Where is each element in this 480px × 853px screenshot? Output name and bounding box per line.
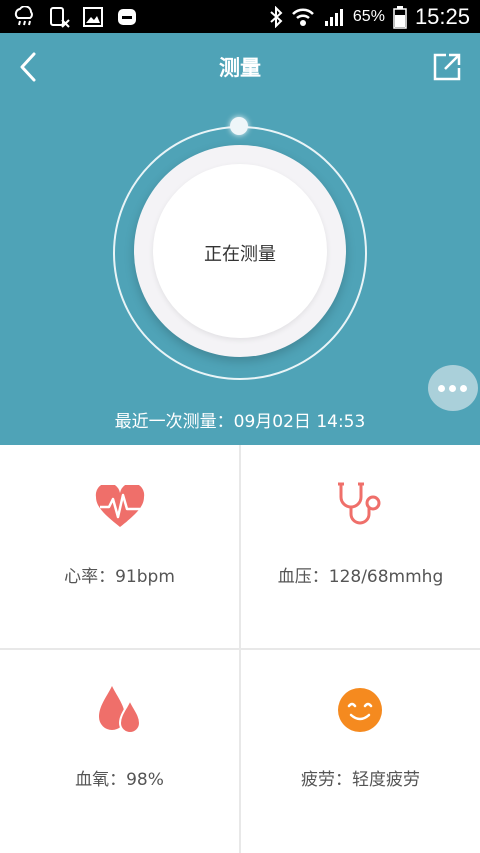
heart-icon (95, 485, 145, 527)
blood-oxygen-label: 血氧：98% (75, 770, 164, 790)
more-button[interactable] (428, 365, 478, 411)
more-dot (460, 385, 467, 392)
heart-rate-label: 心率：91bpm (64, 567, 175, 587)
stethoscope-icon (338, 482, 381, 525)
battery-percent: 65% (352, 8, 385, 25)
status-left-icons (12, 6, 138, 28)
image-icon (83, 7, 103, 27)
grid-divider-horizontal (0, 648, 480, 650)
cloud-rain-icon (14, 6, 33, 26)
card-blood-oxygen[interactable]: 血氧：98% (0, 650, 239, 853)
wifi-icon (292, 8, 314, 26)
card-heart-rate[interactable]: 心率：91bpm (0, 445, 239, 648)
status-bar: 65% 15:25 (0, 0, 480, 33)
blood-pressure-label: 血压：128/68mmhg (277, 567, 444, 587)
share-icon[interactable] (432, 52, 462, 82)
signal-icon (324, 9, 343, 26)
card-fatigue[interactable]: 疲劳：轻度疲劳 (241, 650, 480, 853)
bluetooth-icon (270, 6, 283, 28)
smile-icon (338, 688, 382, 732)
page-title: 测量 (219, 56, 261, 80)
sim-icon (50, 7, 70, 28)
progress-indicator-dot (230, 117, 248, 135)
app-icon (118, 9, 136, 25)
card-blood-pressure[interactable]: 血压：128/68mmhg (241, 445, 480, 648)
battery-icon (393, 6, 407, 29)
more-dot (449, 385, 456, 392)
recent-measurement: 最近一次测量：09月02日 14:53 (114, 412, 366, 432)
fatigue-label: 疲劳：轻度疲劳 (301, 770, 420, 790)
status-right: 65% 15:25 (269, 4, 470, 30)
blood-drop-icon (99, 686, 142, 734)
status-time: 15:25 (414, 4, 470, 29)
more-dot (438, 385, 445, 392)
measure-status: 正在测量 (204, 244, 276, 265)
